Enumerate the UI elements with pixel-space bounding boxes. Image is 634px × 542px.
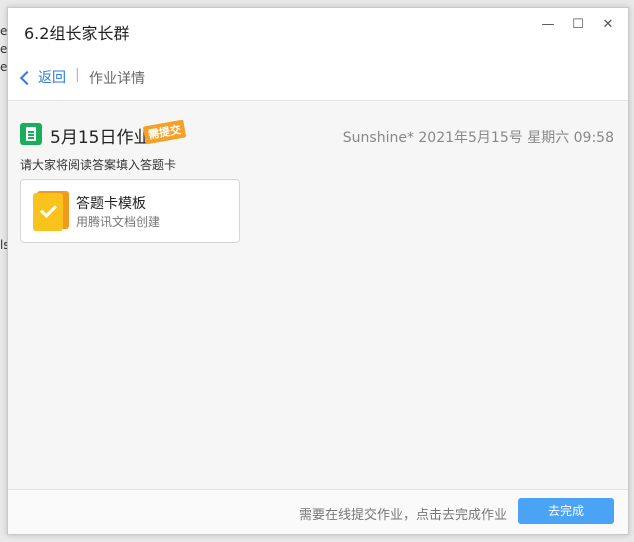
footer-hint: 需要在线提交作业，点击去完成作业 <box>298 508 507 523</box>
minimize-button[interactable]: — <box>534 14 562 36</box>
homework-detail: 5月15日作业 需提交 Sunshine* 2021年5月15号 星期六 09:… <box>8 101 628 491</box>
footer-bar: 需要在线提交作业，点击去完成作业 去完成 <box>8 489 628 534</box>
homework-description: 请大家将阅读答案填入答题卡 <box>20 158 177 172</box>
close-button[interactable]: ✕ <box>594 14 622 36</box>
back-label: 返回 <box>38 70 66 86</box>
complete-homework-button[interactable]: 去完成 <box>518 498 614 524</box>
title-bar: 6.2组长家长群 — ☐ ✕ <box>8 8 628 55</box>
page-title: 作业详情 <box>89 71 145 87</box>
homework-window: 6.2组长家长群 — ☐ ✕ 返回 | 作业详情 5月15日作业 需提交 Sun… <box>7 7 629 535</box>
form-template-icon <box>33 191 69 231</box>
maximize-button[interactable]: ☐ <box>564 14 592 36</box>
chevron-left-icon <box>19 70 35 85</box>
attachment-subtitle: 用腾讯文档创建 <box>76 215 161 229</box>
window-title: 6.2组长家长群 <box>24 24 130 43</box>
attachment-card[interactable]: 答题卡模板 用腾讯文档创建 <box>20 179 240 243</box>
document-icon <box>20 123 42 145</box>
back-button[interactable]: 返回 <box>19 67 66 87</box>
attachment-title: 答题卡模板 <box>76 196 146 212</box>
homework-title: 5月15日作业 <box>50 128 151 148</box>
homework-meta: Sunshine* 2021年5月15号 星期六 09:58 <box>342 130 614 146</box>
nav-bar: 返回 | 作业详情 <box>8 55 628 101</box>
breadcrumb-separator: | <box>75 67 80 83</box>
